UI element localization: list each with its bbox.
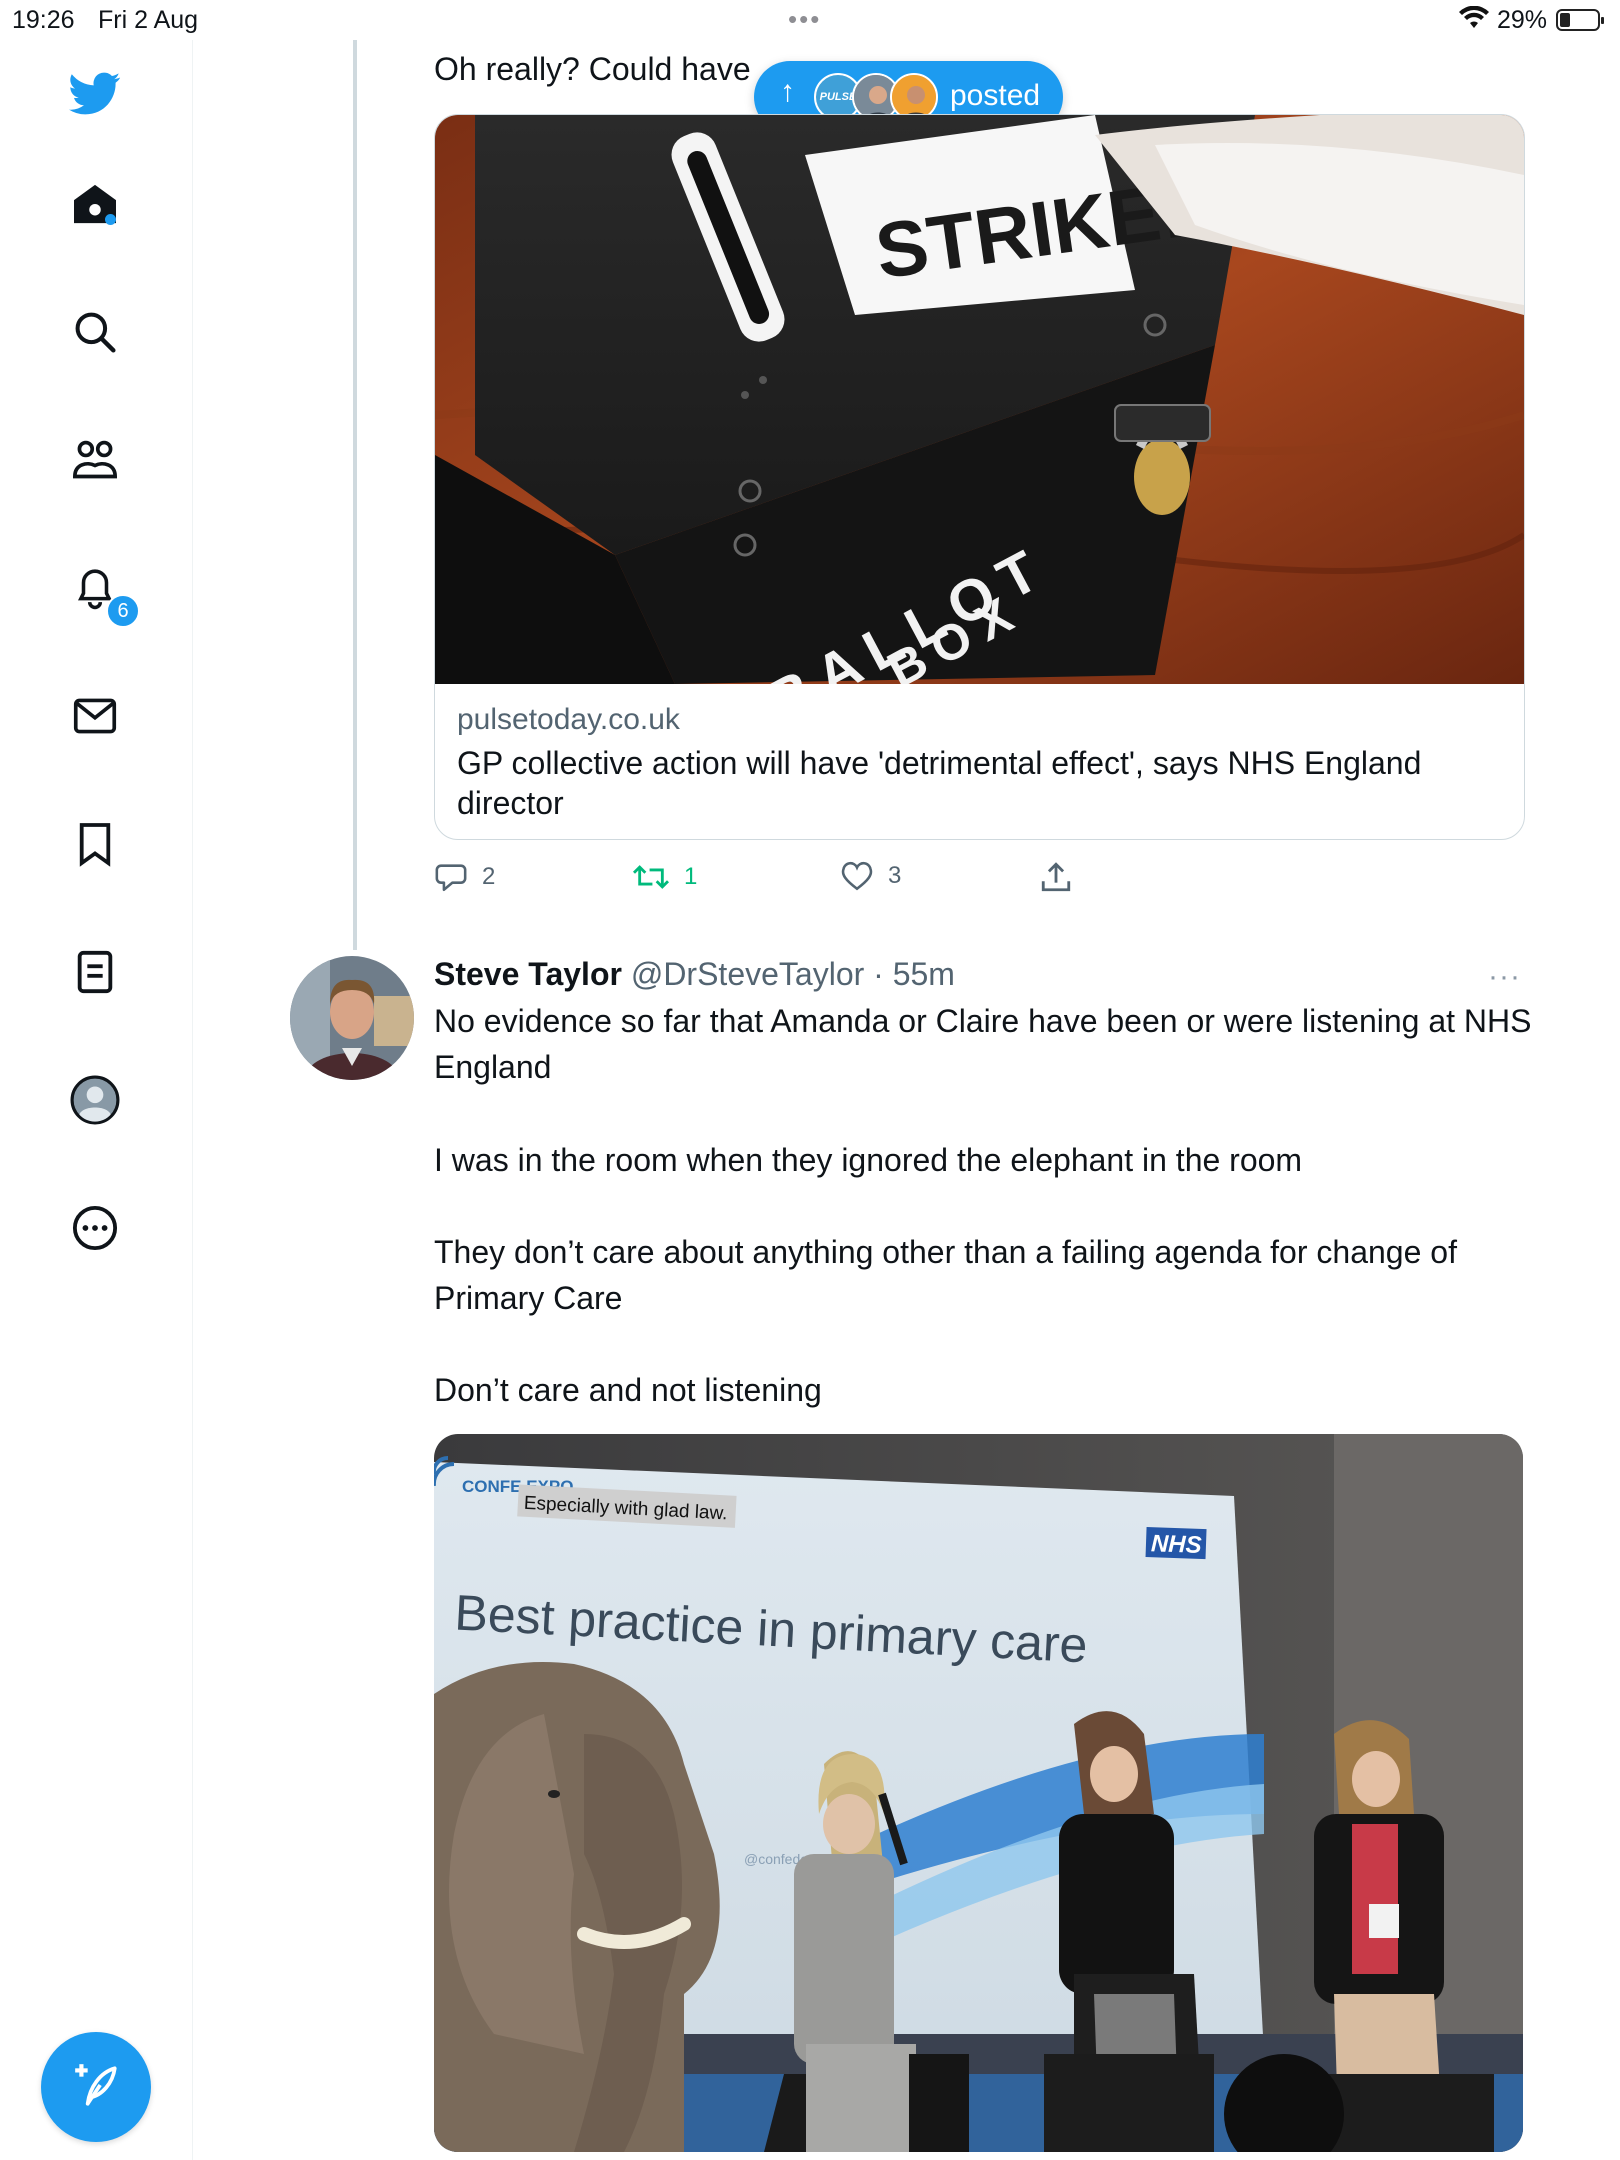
- author-handle[interactable]: @DrSteveTaylor: [631, 956, 864, 992]
- tweet2-paragraph-1: No evidence so far that Amanda or Claire…: [434, 1003, 1532, 1085]
- battery-percentage: 29%: [1497, 6, 1548, 34]
- reply-icon: [435, 864, 467, 892]
- status-time: 19:26: [12, 6, 75, 34]
- mail-icon[interactable]: [61, 682, 129, 750]
- multitasking-dots-icon[interactable]: •••: [788, 4, 821, 35]
- status-date: Fri 2 Aug: [98, 6, 199, 34]
- share-button[interactable]: [1040, 860, 1072, 894]
- link-card-title: GP collective action will have 'detrimen…: [457, 745, 1422, 821]
- twitter-bird-icon[interactable]: [61, 60, 129, 128]
- notifications-badge: 6: [106, 594, 140, 628]
- link-card-image: STRIKE! BALLOT BOX: [435, 115, 1524, 684]
- tweet2-header: Steve Taylor @DrSteveTaylor · 55m: [434, 952, 955, 996]
- battery-fill: [1560, 13, 1570, 27]
- nhs-logo-text: NHS: [1151, 1530, 1203, 1559]
- home-icon[interactable]: [61, 170, 129, 238]
- bookmark-icon[interactable]: [61, 810, 129, 878]
- pulse-logo-text: PULSE: [819, 91, 857, 103]
- link-card-domain: pulsetoday.co.uk: [457, 703, 680, 736]
- thread-connector-line: [353, 40, 357, 950]
- header-separator: ·: [873, 956, 884, 992]
- tweet2-paragraph-3: They don’t care about anything other tha…: [434, 1234, 1457, 1316]
- status-bar: 19:26 Fri 2 Aug ••• 29%: [0, 0, 1620, 40]
- battery-icon: [1556, 9, 1604, 31]
- retweet-count: 1: [684, 863, 698, 890]
- author-avatar[interactable]: [290, 956, 414, 1080]
- search-icon[interactable]: [61, 298, 129, 366]
- like-count: 3: [888, 862, 902, 889]
- sidebar: 6: [0, 40, 193, 2160]
- link-card[interactable]: STRIKE! BALLOT BOX pulsetoday.co.uk GP c…: [434, 114, 1525, 840]
- feather-plus-icon: [71, 2060, 121, 2115]
- tweet-time[interactable]: 55m: [893, 956, 955, 992]
- profile-icon[interactable]: [61, 1066, 129, 1134]
- new-posts-label: posted: [950, 79, 1041, 112]
- tweet2-paragraph-2: I was in the room when they ignored the …: [434, 1142, 1303, 1178]
- retweet-button[interactable]: 1: [632, 860, 697, 894]
- arrow-up-icon: ↑: [780, 75, 795, 108]
- share-icon: [1041, 862, 1071, 892]
- author-name[interactable]: Steve Taylor: [434, 956, 622, 992]
- retweet-icon: [632, 865, 670, 889]
- tweet-more-icon[interactable]: ···: [1488, 960, 1521, 994]
- home-notification-dot: [105, 214, 116, 225]
- more-circle-icon[interactable]: [61, 1194, 129, 1262]
- like-button[interactable]: 3: [840, 860, 901, 892]
- reply-button[interactable]: 2: [434, 860, 495, 894]
- reply-count: 2: [482, 863, 496, 890]
- lists-icon[interactable]: [61, 938, 129, 1006]
- tweet2-photo[interactable]: CONFE EXPO Especially with glad law. NHS…: [434, 1434, 1523, 2152]
- heart-icon: [841, 861, 873, 891]
- tweet1-text: Oh really? Could have: [434, 51, 751, 87]
- wifi-icon: [1458, 5, 1490, 35]
- compose-button[interactable]: [41, 2032, 151, 2142]
- tweet1-action-bar: 2 1 3: [434, 860, 1134, 900]
- communities-icon[interactable]: [61, 426, 129, 494]
- tweet2-paragraph-4: Don’t care and not listening: [434, 1372, 822, 1408]
